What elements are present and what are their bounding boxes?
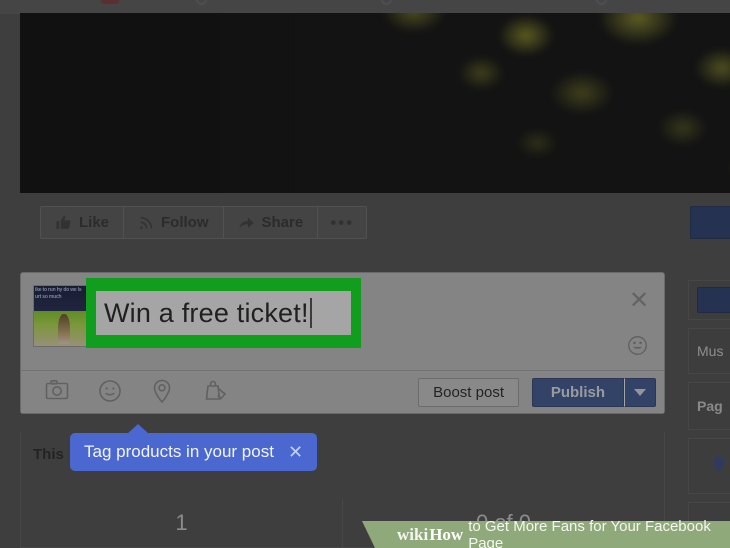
tooltip-close-icon[interactable]: ✕ bbox=[288, 443, 303, 461]
share-label: Share bbox=[261, 214, 304, 231]
composer-toolbar: Boost post Publish bbox=[21, 370, 664, 413]
boost-post-button[interactable]: Boost post bbox=[418, 378, 519, 407]
post-composer: ike to run hy do we ls urt so much Win a… bbox=[20, 272, 665, 414]
sidebar-cta-card bbox=[688, 280, 730, 320]
stat-cell-1: 1 bbox=[175, 510, 188, 535]
nav-circle-icon-2 bbox=[381, 0, 392, 5]
sidebar-item-pages[interactable]: Pag bbox=[688, 382, 730, 430]
nav-circle-icon-1 bbox=[196, 0, 207, 5]
publish-button[interactable]: Publish bbox=[531, 378, 624, 407]
cover-photo bbox=[20, 13, 730, 193]
stats-section-label: This bbox=[33, 446, 64, 463]
like-button[interactable]: Like bbox=[41, 207, 125, 238]
tooltip-text: Tag products in your post bbox=[84, 442, 274, 461]
camera-icon[interactable] bbox=[45, 379, 69, 405]
close-icon[interactable]: ✕ bbox=[629, 289, 649, 313]
location-pin-icon[interactable] bbox=[151, 379, 175, 405]
nav-circle-icon-3 bbox=[596, 0, 607, 5]
more-options-icon: ••• bbox=[330, 212, 355, 232]
post-text-highlight: Win a free ticket! bbox=[86, 278, 361, 348]
top-nav-strip bbox=[0, 0, 730, 14]
feeling-activity-smiley-icon[interactable] bbox=[98, 379, 122, 405]
thumbnail-caption: ike to run hy do we ls urt so much bbox=[35, 287, 82, 300]
lightbulb-icon-1 bbox=[707, 451, 730, 482]
watermark-wiki: wiki bbox=[397, 524, 429, 544]
smiley-face-icon[interactable] bbox=[627, 335, 648, 356]
thumbs-up-icon bbox=[55, 214, 72, 231]
post-text-input[interactable]: Win a free ticket! bbox=[96, 291, 351, 335]
post-text-value: Win a free ticket! bbox=[104, 297, 309, 328]
page-primary-cta-button[interactable] bbox=[690, 206, 730, 239]
page-action-row: Like Follow Share ••• bbox=[20, 194, 730, 256]
text-cursor bbox=[309, 298, 312, 328]
tag-products-bag-icon[interactable] bbox=[204, 379, 228, 405]
publish-dropdown-button[interactable] bbox=[624, 378, 656, 407]
attached-image-thumbnail[interactable]: ike to run hy do we ls urt so much bbox=[33, 285, 88, 347]
page-action-button-group: Like Follow Share ••• bbox=[40, 206, 368, 239]
sidebar-tip-card-1[interactable] bbox=[688, 438, 730, 494]
more-options-button[interactable]: ••• bbox=[318, 207, 366, 238]
like-label: Like bbox=[79, 214, 110, 231]
watermark-title: to Get More Fans for Your Facebook Page bbox=[468, 517, 711, 548]
publish-button-group: Publish bbox=[531, 378, 656, 407]
composer-attachment-icons bbox=[45, 379, 228, 405]
right-sidebar: Mus Pag bbox=[680, 256, 730, 548]
watermark-how: How bbox=[429, 524, 464, 544]
cover-shadow bbox=[20, 13, 350, 193]
share-button[interactable]: Share bbox=[224, 207, 319, 238]
chevron-down-icon bbox=[634, 389, 646, 396]
rss-feed-icon bbox=[138, 215, 154, 231]
follow-button[interactable]: Follow bbox=[124, 207, 224, 238]
tag-products-tooltip: Tag products in your post ✕ bbox=[70, 424, 318, 471]
wikihow-watermark: wiki How to Get More Fans for Your Faceb… bbox=[362, 517, 730, 548]
composer-body: ike to run hy do we ls urt so much Win a… bbox=[21, 273, 664, 372]
follow-label: Follow bbox=[161, 214, 209, 231]
sidebar-item-music-label: Mus bbox=[697, 343, 724, 359]
thumbnail-figure-art bbox=[58, 314, 71, 344]
facebook-page-screenshot: Like Follow Share ••• ike to run hy do w… bbox=[0, 0, 730, 548]
notification-badge-icon bbox=[101, 0, 119, 4]
sidebar-cta-button[interactable] bbox=[697, 287, 730, 313]
share-arrow-icon bbox=[238, 214, 255, 231]
sidebar-item-music[interactable]: Mus bbox=[688, 328, 730, 374]
tooltip-arrow bbox=[127, 424, 149, 434]
sidebar-item-pages-label: Pag bbox=[697, 398, 723, 414]
